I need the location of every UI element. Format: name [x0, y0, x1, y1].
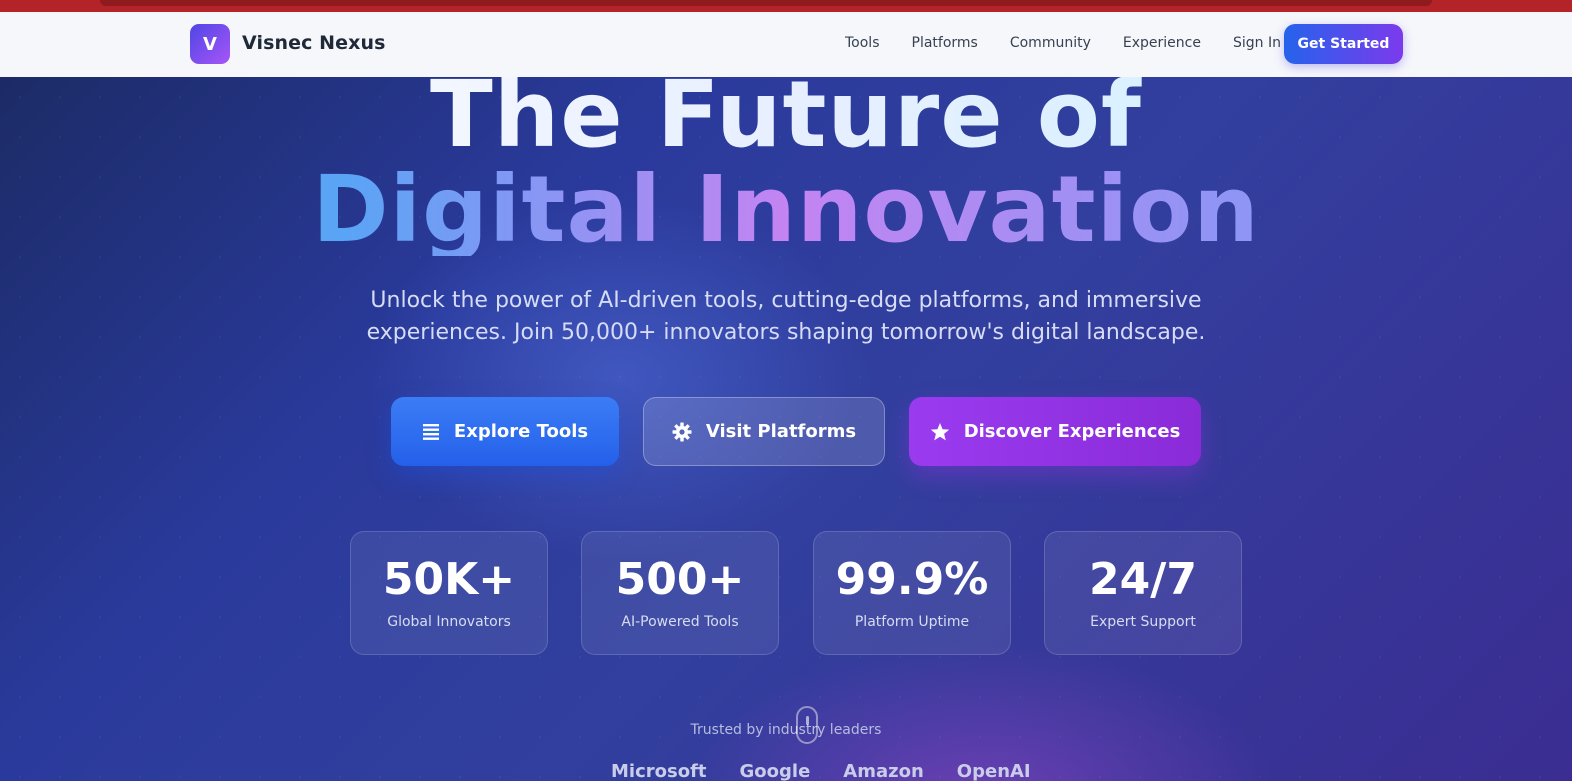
nav-links: Tools Platforms Community Experience Sig…: [845, 35, 1313, 51]
brand-logo[interactable]: V: [190, 24, 230, 64]
partner-logo-amazon: Amazon: [843, 761, 924, 781]
hero-subtitle-line-2: experiences. Join 50,000+ innovators sha…: [366, 320, 1206, 345]
visit-platforms-label: Visit Platforms: [705, 421, 857, 442]
stat-card-tools: 500+ AI-Powered Tools: [581, 531, 779, 655]
partner-logos: Microsoft Google Amazon OpenAI: [611, 761, 1064, 781]
partner-logo-microsoft: Microsoft: [611, 761, 707, 781]
stat-card-support: 24/7 Expert Support: [1044, 531, 1242, 655]
explore-tools-label: Explore Tools: [453, 421, 589, 442]
hero-subtitle-line-1: Unlock the power of AI-driven tools, cut…: [370, 288, 1202, 313]
brand-name[interactable]: Visnec Nexus: [242, 32, 386, 54]
hero-section: The Future of Digital Innovation Unlock …: [0, 77, 1572, 781]
stat-value: 500+: [615, 554, 745, 605]
navbar: V Visnec Nexus Tools Platforms Community…: [0, 12, 1572, 78]
nav-link-experience[interactable]: Experience: [1123, 35, 1201, 51]
hero-title-line-1: The Future of: [0, 77, 1572, 161]
stat-label: Expert Support: [1090, 614, 1196, 630]
stat-value: 24/7: [1089, 554, 1197, 605]
stat-label: Global Innovators: [387, 614, 511, 630]
partner-logo-openai: OpenAI: [956, 761, 1031, 781]
partner-logo-google: Google: [739, 761, 811, 781]
stat-label: Platform Uptime: [854, 614, 970, 630]
scroll-mouse-icon[interactable]: [796, 706, 818, 744]
trusted-by-text: Trusted by industry leaders: [690, 722, 882, 738]
hero-subtitle: Unlock the power of AI-driven tools, cut…: [0, 285, 1572, 349]
hero-title-line-2: Digital Innovation: [0, 164, 1572, 256]
discover-experiences-button[interactable]: Discover Experiences: [909, 397, 1201, 466]
nav-link-sign-in[interactable]: Sign In: [1233, 35, 1281, 51]
get-started-button[interactable]: Get Started: [1284, 24, 1403, 64]
discover-experiences-label: Discover Experiences: [963, 421, 1181, 442]
gear-icon: [672, 422, 692, 442]
stat-card-innovators: 50K+ Global Innovators: [350, 531, 548, 655]
stat-card-uptime: 99.9% Platform Uptime: [813, 531, 1011, 655]
star-icon: [930, 422, 950, 442]
stat-value: 99.9%: [835, 554, 989, 605]
stat-label: AI-Powered Tools: [621, 614, 739, 630]
nav-link-community[interactable]: Community: [1010, 35, 1091, 51]
nav-link-platforms[interactable]: Platforms: [912, 35, 978, 51]
visit-platforms-button[interactable]: Visit Platforms: [643, 397, 885, 466]
list-icon: [422, 423, 440, 441]
stat-value: 50K+: [382, 554, 516, 605]
browser-top-strip: [0, 0, 1572, 12]
explore-tools-button[interactable]: Explore Tools: [391, 397, 619, 466]
nav-link-tools[interactable]: Tools: [845, 35, 880, 51]
